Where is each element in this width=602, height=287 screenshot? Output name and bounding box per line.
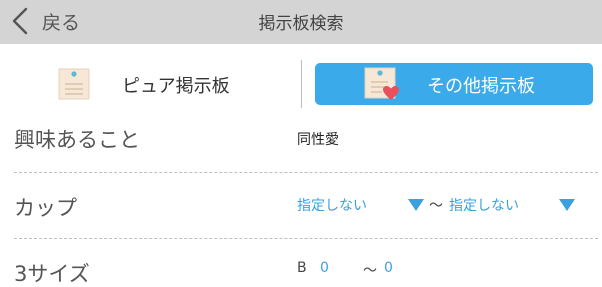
bust-from-input[interactable]: 0 <box>320 260 329 276</box>
tab-other-board[interactable]: その他掲示板 <box>315 63 593 105</box>
row-divider <box>14 238 598 239</box>
cup-range-separator: 〜 <box>429 198 443 214</box>
cup-from-value: 指定しない <box>297 198 367 214</box>
board-type-tabs: ピュア掲示板 その他掲示板 <box>0 44 602 121</box>
interest-label: 興味あること <box>14 128 140 152</box>
interest-value[interactable]: 同性愛 <box>297 129 339 149</box>
row-divider <box>14 172 598 173</box>
cup-from-select[interactable]: 指定しない <box>297 195 367 215</box>
dropdown-arrow-icon[interactable] <box>408 199 424 211</box>
tab-divider <box>301 60 302 108</box>
header-bar: 戻る 掲示板検索 <box>0 0 602 44</box>
memo-heart-icon <box>364 67 399 100</box>
memo-icon <box>58 68 90 100</box>
cup-to-select[interactable]: 指定しない <box>449 195 519 215</box>
bust-prefix: B <box>297 260 307 276</box>
cup-label: カップ <box>14 196 77 220</box>
page-title: 掲示板検索 <box>258 14 344 34</box>
bust-to-input[interactable]: 0 <box>384 260 393 276</box>
tab-pure-label: ピュア掲示板 <box>122 76 230 97</box>
three-size-label: 3サイズ <box>14 262 90 286</box>
tab-pure-board[interactable]: ピュア掲示板 <box>15 62 290 106</box>
dropdown-arrow-icon[interactable] <box>559 199 575 211</box>
cup-to-value: 指定しない <box>449 198 519 214</box>
bust-range-separator: 〜 <box>363 263 377 279</box>
tab-other-label: その他掲示板 <box>427 76 535 97</box>
